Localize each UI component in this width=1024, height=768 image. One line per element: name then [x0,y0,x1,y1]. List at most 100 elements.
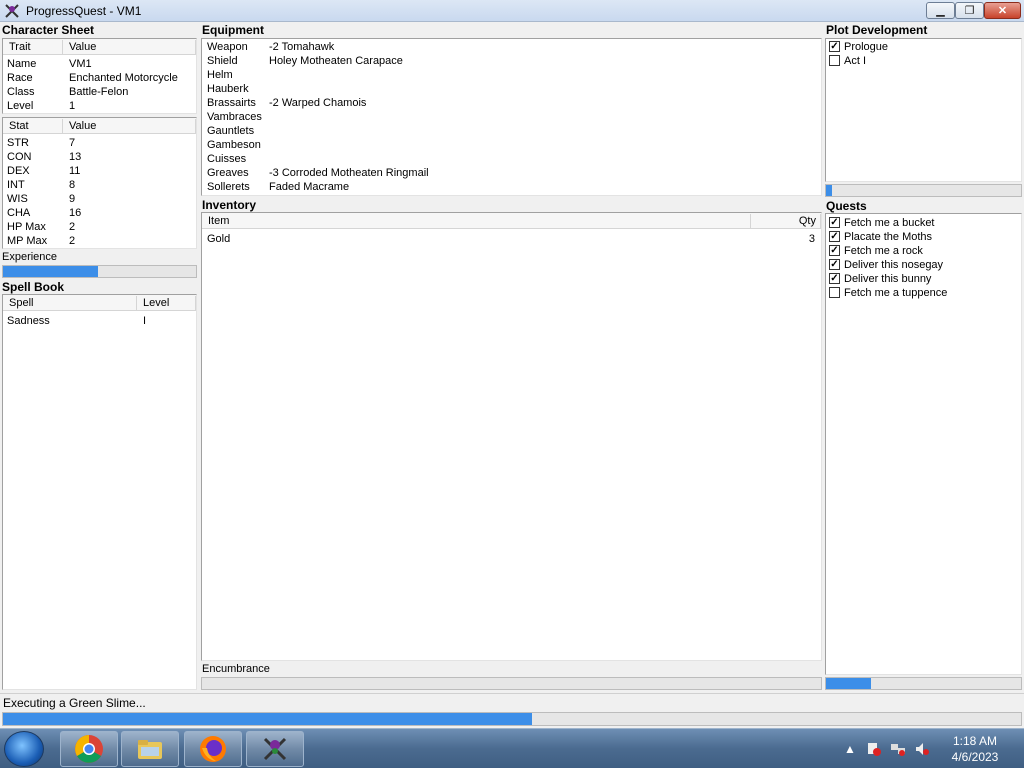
equipment-row-key: Hauberk [207,83,249,95]
stat-row[interactable]: CON 13 [3,150,196,164]
trait-row[interactable]: Race Enchanted Motorcycle [3,71,196,85]
action-center-icon[interactable] [864,733,884,765]
spells-list[interactable]: Spell Level Sadness I [2,294,197,690]
stat-row-key: INT [7,179,25,191]
close-button[interactable]: ✕ [984,2,1021,19]
stat-row-value: 2 [69,221,76,233]
progressquest-taskbar-button[interactable] [246,731,304,767]
taskbar: ▲ 1:18 AM 4/6/2023 [0,728,1024,768]
start-button[interactable] [4,731,44,767]
equipment-row-value: -3 Corroded Motheaten Ringmail [269,167,429,179]
quest-item[interactable]: ✓ Fetch me a bucket [826,216,1021,230]
network-icon[interactable] [888,733,908,765]
trait-header[interactable]: Trait [3,40,63,55]
checked-checkbox[interactable]: ✓ [829,273,840,284]
qty-header[interactable]: Qty [751,214,821,229]
quest-item[interactable]: ✓ Deliver this bunny [826,272,1021,286]
trait-row[interactable]: Level 1 [3,99,196,113]
checked-checkbox[interactable]: ✓ [829,231,840,242]
trait-row-value: 1 [69,100,76,112]
equipment-row[interactable]: Brassairts -2 Warped Chamois [202,96,821,110]
chrome-taskbar-button[interactable] [60,731,118,767]
stat-value-header[interactable]: Value [63,119,196,134]
stat-row-value: 2 [69,235,76,247]
stat-row[interactable]: WIS 9 [3,192,196,206]
maximize-button[interactable]: ❐ [955,2,984,19]
stat-row-value: 16 [69,207,82,219]
plot-list[interactable]: ✓ Prologue Act I [825,38,1022,182]
task-progress-fill [3,713,533,725]
checked-checkbox[interactable]: ✓ [829,217,840,228]
quest-item[interactable]: ✓ Fetch me a rock [826,244,1021,258]
stat-row[interactable]: CHA 16 [3,206,196,220]
show-hidden-icons-button[interactable]: ▲ [842,733,858,765]
explorer-taskbar-button[interactable] [121,731,179,767]
progressquest-app-icon [5,4,19,18]
level-header[interactable]: Level [137,296,196,311]
experience-bar [2,265,197,278]
value-header[interactable]: Value [63,40,196,55]
quest-item-label: Fetch me a rock [844,245,923,257]
stat-row[interactable]: STR 7 [3,136,196,150]
equipment-row[interactable]: Vambraces [202,110,821,124]
volume-icon[interactable] [912,733,932,765]
equipment-row[interactable]: Greaves -3 Corroded Motheaten Ringmail [202,166,821,180]
equipment-row[interactable]: Cuisses [202,152,821,166]
equipment-row[interactable]: Weapon -2 Tomahawk [202,40,821,54]
quest-item[interactable]: ✓ Deliver this nosegay [826,258,1021,272]
minimize-button[interactable]: ▁ [926,2,955,19]
clock-time: 1:18 AM [952,734,998,748]
stat-row-key: CHA [7,207,31,219]
firefox-icon [200,736,226,762]
plot-act-label: Prologue [844,41,889,53]
trait-row[interactable]: Class Battle-Felon [3,85,196,99]
stats-list[interactable]: Stat Value STR 7 CON 13 DEX 11 INT 8 WIS 9 CHA 16 HP… [2,117,197,249]
checked-checkbox[interactable]: ✓ [829,245,840,256]
equipment-row-key: Brassairts [207,97,256,109]
unchecked-checkbox[interactable] [829,55,840,66]
plot-act[interactable]: ✓ Prologue [826,40,1021,54]
plot-act[interactable]: Act I [826,54,1021,68]
spell-row[interactable]: Sadness I [3,314,196,328]
quests-list[interactable]: ✓ Fetch me a bucket ✓ Placate the Moths ✓ Fet… [825,213,1022,675]
spell-header[interactable]: Spell [3,296,137,311]
equipment-row[interactable]: Gauntlets [202,124,821,138]
inventory-row[interactable]: Gold 3 [202,232,821,246]
inventory-list[interactable]: Item Qty Gold 3 [201,212,822,661]
plot-progress-fill [826,185,832,196]
stat-header[interactable]: Stat [3,119,63,134]
checked-checkbox[interactable]: ✓ [829,259,840,270]
stat-row-key: STR [7,137,29,149]
stat-row[interactable]: INT 8 [3,178,196,192]
encumbrance-bar [201,677,822,690]
stat-row-value: 8 [69,179,76,191]
encumbrance-label: Encumbrance [202,663,270,675]
stat-row[interactable]: HP Max 2 [3,220,196,234]
equipment-row[interactable]: Sollerets Faded Macrame [202,180,821,194]
equipment-row[interactable]: Hauberk [202,82,821,96]
inventory-title: Inventory [202,198,257,212]
quests-title: Quests [826,199,867,213]
item-header[interactable]: Item [202,214,751,229]
quest-item-label: Deliver this nosegay [844,259,944,271]
stat-row[interactable]: DEX 11 [3,164,196,178]
quest-item[interactable]: Fetch me a tuppence [826,286,1021,300]
checked-checkbox[interactable]: ✓ [829,41,840,52]
quest-item[interactable]: ✓ Placate the Moths [826,230,1021,244]
equipment-row[interactable]: Shield Holey Motheaten Carapace [202,54,821,68]
traits-list[interactable]: Trait Value Name VM1 Race Enchanted Motorcy… [2,38,197,114]
trait-row-value: Enchanted Motorcycle [69,72,178,84]
equipment-row[interactable]: Gambeson [202,138,821,152]
firefox-taskbar-button[interactable] [184,731,242,767]
unchecked-checkbox[interactable] [829,287,840,298]
equipment-row[interactable]: Helm [202,68,821,82]
quest-item-label: Fetch me a bucket [844,217,935,229]
equipment-row-key: Greaves [207,167,249,179]
equipment-list[interactable]: Weapon -2 Tomahawk Shield Holey Motheaten C… [201,38,822,196]
trait-row[interactable]: Name VM1 [3,57,196,71]
stat-row[interactable]: MP Max 2 [3,234,196,248]
system-clock[interactable]: 1:18 AM 4/6/2023 [940,733,1010,765]
file-explorer-icon [138,740,162,759]
equipment-row-key: Gambeson [207,139,261,151]
stat-row-value: 9 [69,193,76,205]
